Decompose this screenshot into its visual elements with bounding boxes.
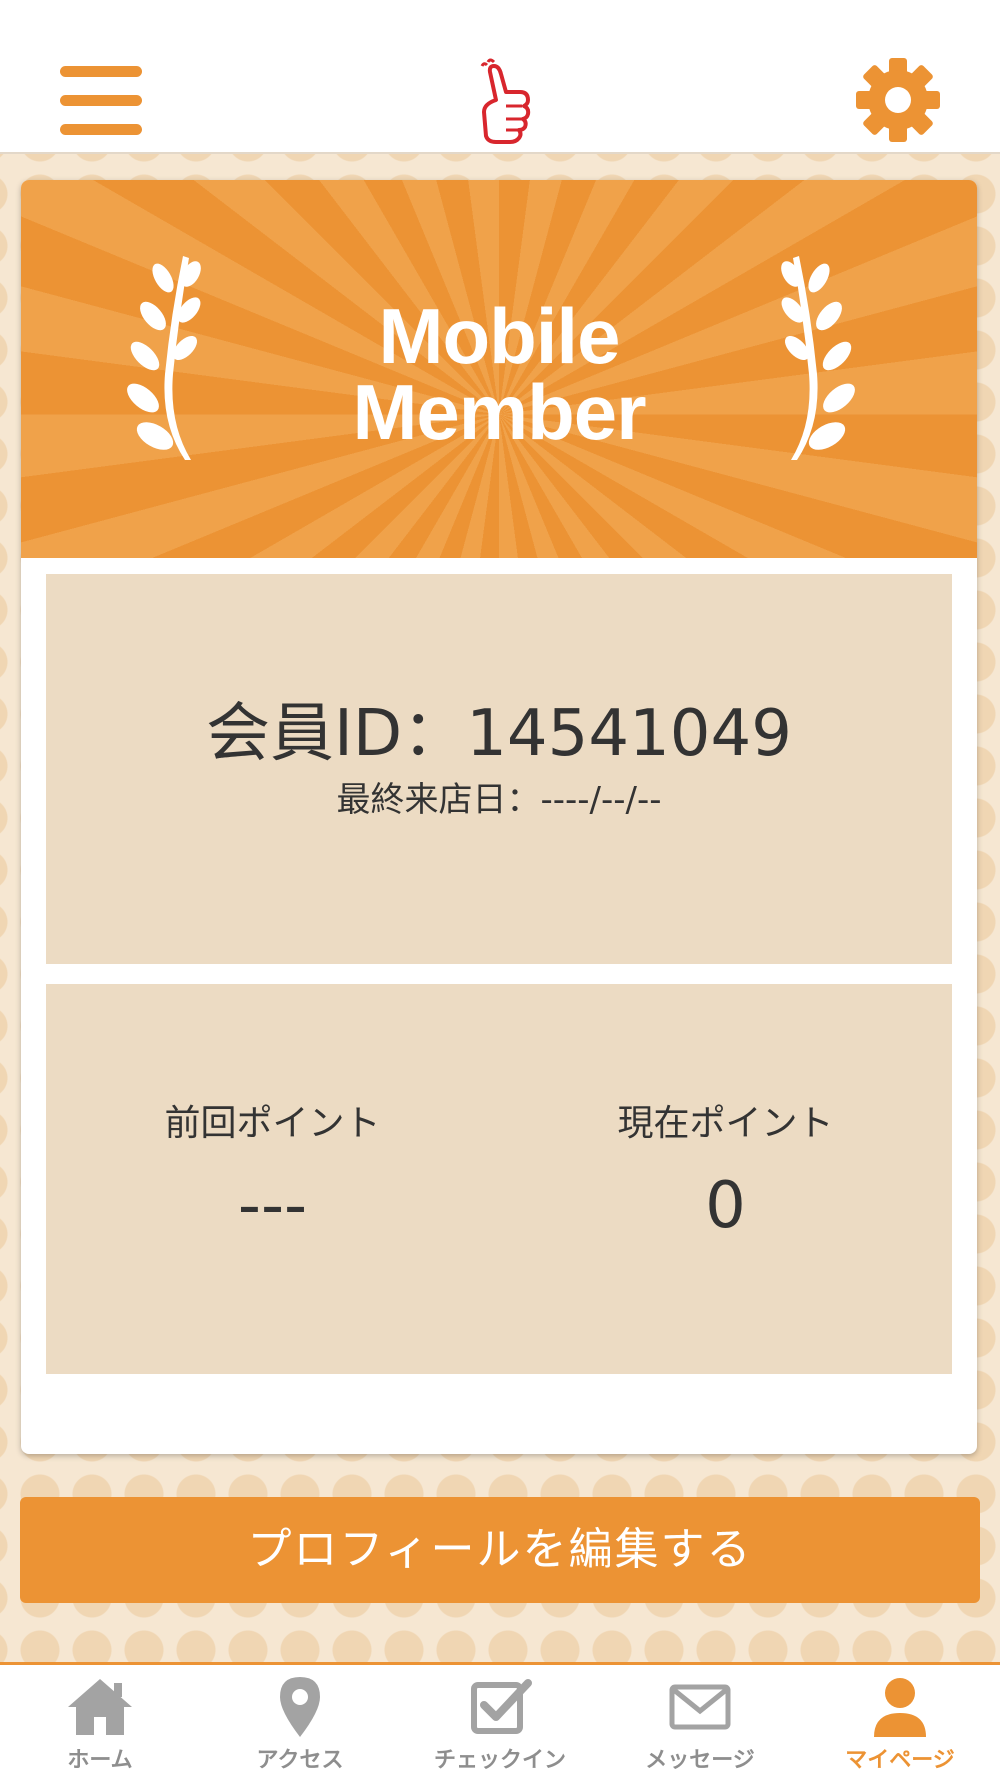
tab-home[interactable]: ホーム xyxy=(0,1665,200,1778)
points-panel: 前回ポイント --- 現在ポイント 0 xyxy=(46,984,952,1374)
previous-points: 前回ポイント --- xyxy=(46,1102,499,1246)
laurel-icon xyxy=(781,256,855,460)
gear-icon[interactable] xyxy=(856,58,940,142)
app-header xyxy=(0,0,1000,154)
member-banner: Mobile Member xyxy=(21,180,977,558)
tab-label: チェックイン xyxy=(433,1748,566,1773)
tab-message[interactable]: メッセージ xyxy=(600,1665,800,1778)
previous-points-label: 前回ポイント xyxy=(164,1103,381,1144)
tab-mypage[interactable]: マイページ xyxy=(800,1665,1000,1778)
member-card: Mobile Member 会員ID：14541049 最終来店日：----/-… xyxy=(21,180,977,1454)
previous-points-value: --- xyxy=(237,1169,308,1243)
checkbox-icon xyxy=(471,1679,532,1734)
tab-checkin[interactable]: チェックイン xyxy=(400,1665,600,1778)
current-points-value: 0 xyxy=(705,1169,746,1243)
member-id: 会員ID：14541049 xyxy=(206,697,792,771)
current-points-label: 現在ポイント xyxy=(617,1103,834,1144)
last-visit-date: 最終来店日：----/--/-- xyxy=(336,780,662,820)
thumbs-up-logo[interactable] xyxy=(466,56,538,148)
member-id-panel: 会員ID：14541049 最終来店日：----/--/-- xyxy=(46,574,952,964)
tab-label: マイページ xyxy=(845,1748,955,1773)
tab-label: ホーム xyxy=(67,1748,133,1773)
map-pin-icon xyxy=(280,1677,320,1737)
tab-label: アクセス xyxy=(256,1748,344,1773)
current-points: 現在ポイント 0 xyxy=(499,1102,952,1246)
user-icon xyxy=(874,1678,926,1737)
hamburger-menu-icon[interactable] xyxy=(60,66,142,138)
bottom-tab-bar: ホーム アクセス チェックイン メッセージ マイページ xyxy=(0,1662,1000,1778)
envelope-icon xyxy=(669,1684,731,1730)
home-icon xyxy=(68,1679,132,1735)
tab-access[interactable]: アクセス xyxy=(200,1665,400,1778)
edit-profile-button[interactable]: プロフィールを編集する xyxy=(20,1497,980,1603)
tab-label: メッセージ xyxy=(645,1748,755,1773)
